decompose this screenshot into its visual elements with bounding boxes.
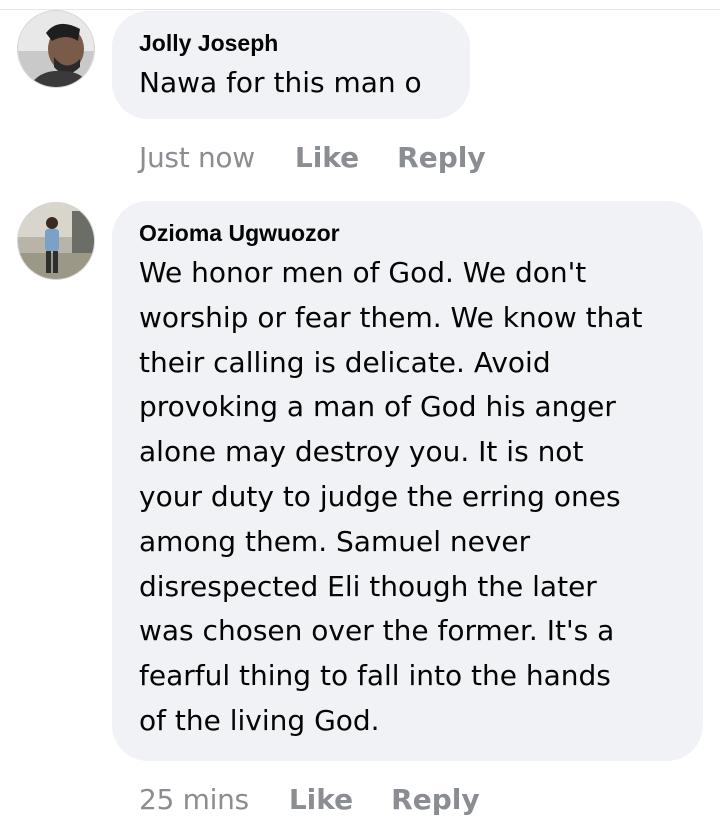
comment-timestamp[interactable]: Just now bbox=[139, 141, 255, 174]
comment-timestamp[interactable]: 25 mins bbox=[139, 783, 249, 816]
comment-bubble[interactable]: Jolly Joseph Nawa for this man o bbox=[112, 11, 470, 119]
comment-jolly-joseph: Jolly Joseph Nawa for this man o Just no… bbox=[0, 0, 720, 190]
comment-author[interactable]: Ozioma Ugwuozor bbox=[139, 219, 677, 247]
comment-bubble[interactable]: Ozioma Ugwuozor We honor men of God. We … bbox=[112, 201, 703, 761]
comment-text: Nawa for this man o bbox=[139, 66, 422, 99]
comment-author[interactable]: Jolly Joseph bbox=[139, 29, 444, 57]
profile-photo-icon bbox=[18, 11, 94, 87]
comment-actions: Just now Like Reply bbox=[139, 137, 486, 177]
comment-actions: 25 mins Like Reply bbox=[139, 779, 480, 819]
profile-photo-icon bbox=[18, 203, 94, 279]
comment-text: We honor men of God. We don't worship or… bbox=[139, 256, 643, 737]
like-button[interactable]: Like bbox=[289, 783, 353, 816]
reply-button[interactable]: Reply bbox=[397, 141, 485, 174]
comment-ozioma-ugwuozor: Ozioma Ugwuozor We honor men of God. We … bbox=[0, 190, 720, 824]
like-button[interactable]: Like bbox=[295, 141, 359, 174]
avatar[interactable] bbox=[17, 202, 95, 280]
reply-button[interactable]: Reply bbox=[391, 783, 479, 816]
avatar[interactable] bbox=[17, 10, 95, 88]
